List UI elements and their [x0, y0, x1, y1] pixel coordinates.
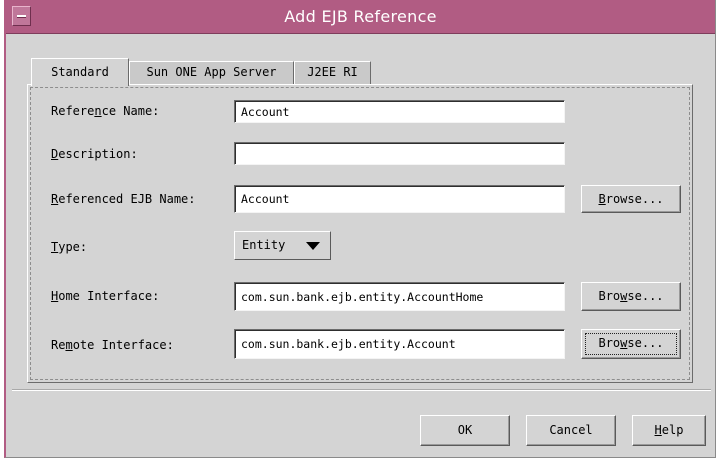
home-interface-field[interactable]: [234, 282, 565, 311]
help-button[interactable]: Help: [632, 415, 706, 446]
add-ejb-reference-dialog: Add EJB Reference Standard Sun ONE App S…: [4, 0, 716, 458]
home-interface-label: Home Interface:: [51, 289, 160, 303]
cancel-button[interactable]: Cancel: [526, 415, 616, 446]
ok-button[interactable]: OK: [420, 415, 510, 446]
referenced-ejb-name-field[interactable]: [234, 185, 565, 213]
description-field[interactable]: [234, 142, 565, 165]
reference-name-label: Reference Name:: [51, 104, 160, 118]
tab-sun-one-app-server-label: Sun ONE App Server: [146, 65, 277, 79]
browse-ejb-button[interactable]: Browse...: [581, 185, 681, 213]
title-bar[interactable]: Add EJB Reference: [6, 0, 715, 34]
tab-j2ee-ri-label: J2EE RI: [307, 65, 358, 79]
description-label: Description:: [51, 147, 138, 161]
browse-home-button[interactable]: Browse...: [581, 282, 681, 311]
referenced-ejb-name-label: Referenced EJB Name:: [51, 192, 196, 206]
chevron-down-icon: [306, 242, 320, 250]
tab-sun-one-app-server[interactable]: Sun ONE App Server: [129, 61, 294, 85]
remote-interface-field[interactable]: [234, 329, 565, 359]
browse-remote-button[interactable]: Browse...: [581, 329, 681, 359]
tab-standard-label: Standard: [51, 65, 109, 79]
tab-standard[interactable]: Standard: [31, 58, 129, 86]
remote-interface-label: Remote Interface:: [51, 338, 174, 352]
tab-j2ee-ri[interactable]: J2EE RI: [294, 61, 371, 85]
dialog-separator: [12, 389, 711, 391]
reference-name-field[interactable]: [234, 100, 565, 123]
type-select[interactable]: Entity: [234, 231, 331, 260]
type-label: Type:: [51, 240, 88, 254]
type-selected-value: Entity: [242, 238, 286, 252]
window-title: Add EJB Reference: [284, 7, 437, 26]
